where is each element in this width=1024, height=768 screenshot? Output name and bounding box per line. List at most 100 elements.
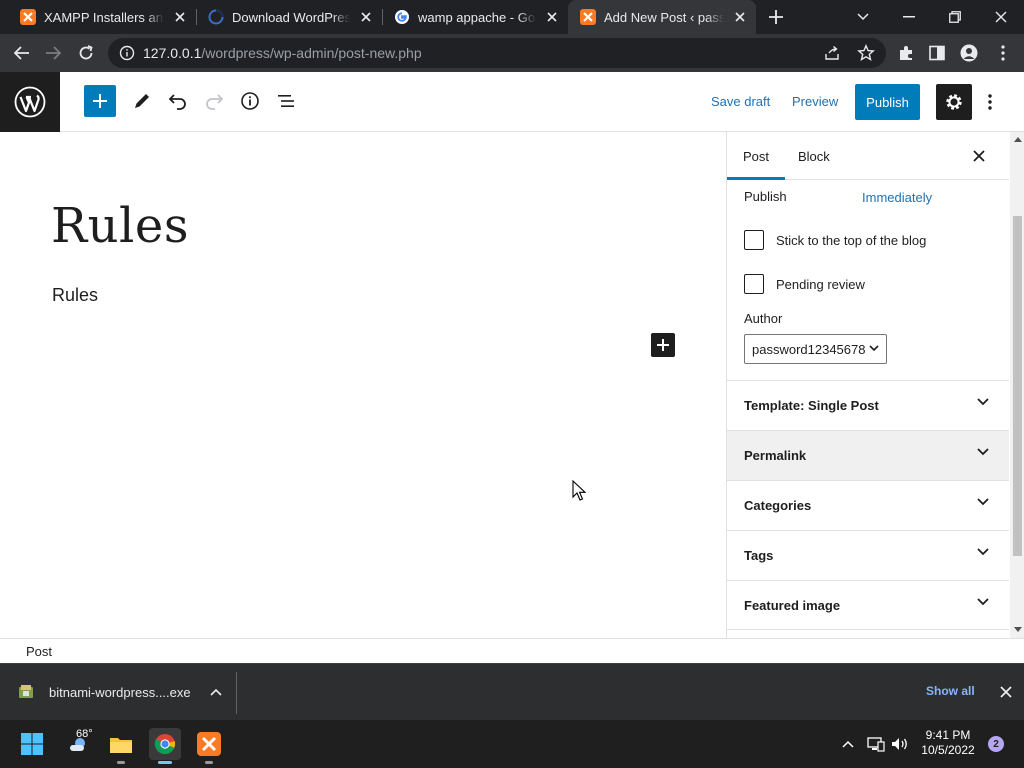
running-indicator	[205, 761, 213, 764]
file-explorer-icon[interactable]	[105, 728, 137, 764]
site-info-icon[interactable]	[119, 45, 135, 61]
close-download-shelf-icon[interactable]	[996, 682, 1016, 702]
download-shelf: bitnami-wordpress....exe Show all	[0, 663, 1024, 720]
add-block-icon[interactable]	[651, 333, 675, 357]
xampp-icon	[20, 9, 36, 25]
show-hidden-icons-chevron-icon[interactable]	[838, 734, 858, 754]
clock-date: 10/5/2022	[921, 743, 975, 757]
network-icon[interactable]	[866, 734, 886, 754]
tab-xampp[interactable]: XAMPP Installers and Downloads	[8, 0, 196, 34]
forward-arrow-icon[interactable]	[40, 41, 66, 65]
sidebar-scrollbar[interactable]	[1010, 132, 1024, 638]
chrome-icon[interactable]	[149, 728, 181, 764]
windows-start-icon[interactable]	[16, 728, 48, 760]
xampp-icon	[580, 9, 596, 25]
panel-featured-image[interactable]: Featured image	[727, 580, 1009, 630]
bookmark-star-icon[interactable]	[857, 44, 875, 67]
restore-icon[interactable]	[932, 0, 978, 34]
save-draft-button[interactable]: Save draft	[711, 94, 770, 109]
close-tab-icon[interactable]	[542, 7, 562, 27]
tab-block[interactable]: Block	[782, 132, 846, 180]
chevron-down-icon	[977, 498, 989, 506]
profile-avatar-icon[interactable]	[958, 42, 980, 64]
tab-google-search[interactable]: wamp appache - Google Search	[382, 0, 568, 34]
browser-tab-bar: XAMPP Installers and Downloads Download …	[0, 0, 1024, 34]
panel-template[interactable]: Template: Single Post	[727, 380, 1009, 430]
chevron-down-icon	[977, 398, 989, 406]
panel-tags[interactable]: Tags	[727, 530, 1009, 580]
weather-temp: 68°	[76, 728, 93, 740]
new-tab-icon[interactable]	[766, 7, 786, 27]
author-select-value: password12345678	[752, 341, 866, 357]
wordpress-icon	[208, 9, 224, 25]
paragraph-block[interactable]: Rules	[52, 285, 98, 306]
extensions-puzzle-icon[interactable]	[895, 42, 917, 64]
download-item[interactable]: bitnami-wordpress....exe	[18, 678, 223, 706]
list-view-icon[interactable]	[270, 85, 302, 117]
address-bar[interactable]: 127.0.0.1/wordpress/wp-admin/post-new.ph…	[108, 38, 886, 68]
settings-gear-icon[interactable]	[936, 84, 972, 120]
close-window-icon[interactable]	[978, 0, 1024, 34]
undo-icon[interactable]	[162, 85, 194, 117]
tab-post[interactable]: Post	[727, 132, 785, 180]
chevron-down-icon	[977, 448, 989, 456]
tab-title: wamp appache - Google Search	[418, 9, 536, 25]
volume-icon[interactable]	[890, 734, 910, 754]
minimize-icon[interactable]	[886, 0, 932, 34]
pending-review-checkbox[interactable]	[744, 274, 764, 294]
scroll-up-icon[interactable]	[1013, 134, 1022, 144]
details-info-icon[interactable]	[234, 85, 266, 117]
url-text: 127.0.0.1/wordpress/wp-admin/post-new.ph…	[143, 45, 422, 61]
sidebar-tabs: Post Block	[727, 132, 1009, 180]
scrollbar-thumb[interactable]	[1013, 216, 1022, 556]
redo-icon[interactable]	[198, 85, 230, 117]
system-clock[interactable]: 9:41 PM 10/5/2022	[920, 728, 976, 758]
back-arrow-icon[interactable]	[9, 41, 35, 65]
google-icon	[394, 9, 410, 25]
download-separator	[236, 672, 237, 714]
share-icon[interactable]	[824, 45, 840, 66]
tab-search-chevron-icon[interactable]	[840, 0, 886, 34]
tab-wordpress-download[interactable]: Download WordPress packages	[196, 0, 382, 34]
notification-badge[interactable]: 2	[988, 736, 1004, 752]
chevron-up-icon[interactable]	[209, 685, 223, 699]
panel-permalink[interactable]: Permalink	[727, 430, 1009, 480]
chevron-down-icon	[977, 598, 989, 606]
scroll-down-icon[interactable]	[1013, 624, 1022, 634]
editor-header: Save draft Preview Publish	[0, 72, 1024, 132]
reload-icon[interactable]	[73, 41, 99, 65]
panel-title: Template: Single Post	[744, 398, 879, 413]
tab-title: Download WordPress packages	[232, 9, 350, 25]
sticky-label: Stick to the top of the blog	[776, 233, 927, 248]
wordpress-logo-icon[interactable]	[0, 72, 60, 132]
side-panel-icon[interactable]	[926, 42, 948, 64]
tab-add-new-post[interactable]: Add New Post ‹ password	[568, 0, 756, 34]
download-filename: bitnami-wordpress....exe	[49, 684, 191, 700]
close-tab-icon[interactable]	[356, 7, 376, 27]
running-indicator	[117, 761, 125, 764]
options-more-icon[interactable]	[978, 90, 1002, 114]
block-inserter-button[interactable]	[84, 85, 116, 117]
publish-date-button[interactable]: Immediately	[862, 190, 932, 205]
publish-button[interactable]: Publish	[855, 84, 920, 120]
close-sidebar-icon[interactable]	[968, 145, 990, 167]
show-all-downloads-button[interactable]: Show all	[926, 684, 975, 698]
chevron-down-icon	[869, 345, 879, 352]
tools-pencil-icon[interactable]	[126, 85, 158, 117]
preview-button[interactable]: Preview	[792, 94, 838, 109]
close-tab-icon[interactable]	[170, 7, 190, 27]
settings-sidebar: Post Block Publish Immediately Stick to …	[726, 132, 1024, 638]
block-breadcrumb[interactable]: Post	[26, 644, 52, 659]
pending-review-label: Pending review	[776, 277, 865, 292]
sticky-checkbox[interactable]	[744, 230, 764, 250]
clock-time: 9:41 PM	[925, 728, 971, 742]
browser-toolbar: 127.0.0.1/wordpress/wp-admin/post-new.ph…	[0, 34, 1024, 72]
panel-categories[interactable]: Categories	[727, 480, 1009, 530]
chevron-down-icon	[977, 548, 989, 556]
post-title[interactable]: Rules	[51, 198, 189, 254]
author-select[interactable]: password12345678	[744, 334, 887, 364]
xampp-taskbar-icon[interactable]	[193, 728, 225, 764]
url-path: /wordpress/wp-admin/post-new.php	[201, 45, 422, 61]
close-tab-icon[interactable]	[730, 7, 750, 27]
browser-menu-icon[interactable]	[992, 42, 1014, 64]
